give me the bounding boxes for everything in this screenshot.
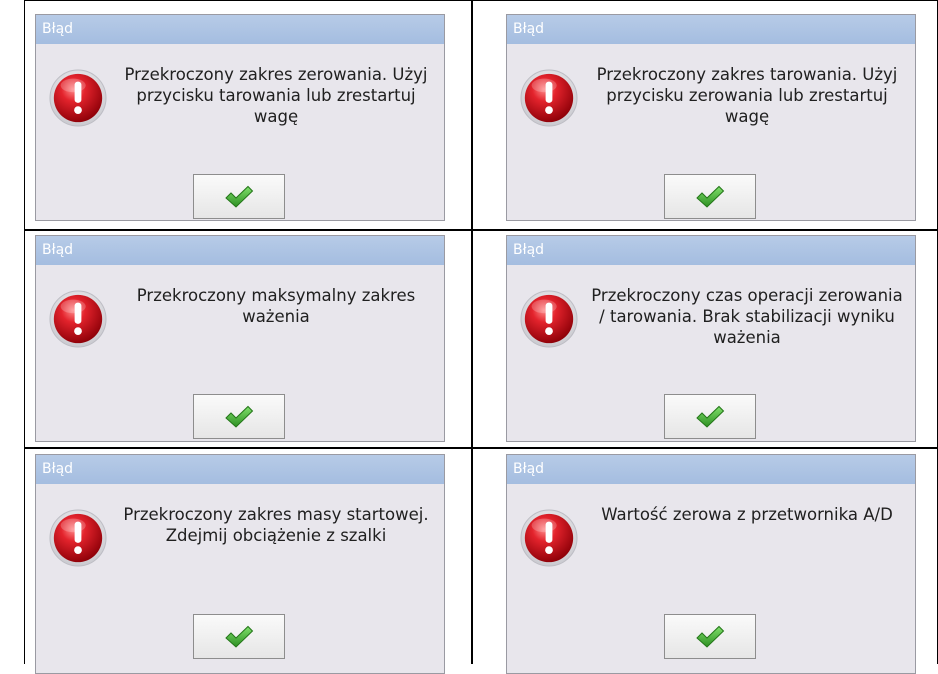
dialog-title: Błąd — [36, 455, 444, 484]
error-exclamation-icon — [49, 290, 107, 348]
dialog-message: Przekroczony zakres tarowania. Użyj przy… — [596, 65, 898, 126]
dialog-title: Błąd — [507, 455, 915, 484]
ok-button[interactable] — [664, 614, 756, 659]
error-exclamation-icon — [520, 290, 578, 348]
checkmark-icon — [224, 185, 254, 209]
error-dialog-ad-zero: Błąd Wartość zerowa z przetwornika A/D — [506, 454, 916, 674]
ok-button[interactable] — [664, 394, 756, 439]
ok-button[interactable] — [193, 614, 285, 659]
error-dialog-max-range: Błąd Przekroczony maksymalny zakres waże… — [35, 235, 445, 442]
checkmark-icon — [224, 625, 254, 649]
error-exclamation-icon — [49, 509, 107, 567]
table-column-divider — [471, 0, 473, 664]
dialog-message: Przekroczony maksymalny zakres ważenia — [136, 286, 416, 326]
error-exclamation-icon — [520, 509, 578, 567]
error-dialog-tare-range: Błąd Przekroczony zakres tarowania. Użyj… — [506, 14, 916, 221]
table-row-divider — [24, 229, 938, 231]
error-dialog-timeout: Błąd Przekroczony czas operacji zerowani… — [506, 235, 916, 442]
ok-button[interactable] — [193, 174, 285, 219]
checkmark-icon — [695, 625, 725, 649]
dialog-title: Błąd — [507, 236, 915, 265]
error-exclamation-icon — [49, 69, 107, 127]
dialog-title: Błąd — [36, 236, 444, 265]
table-row-divider — [24, 447, 938, 449]
checkmark-icon — [695, 185, 725, 209]
dialog-message: Przekroczony zakres masy startowej. Zdej… — [123, 505, 429, 545]
checkmark-icon — [695, 405, 725, 429]
dialog-title: Błąd — [507, 15, 915, 44]
error-dialog-start-mass: Błąd Przekroczony zakres masy startowej.… — [35, 454, 445, 674]
error-exclamation-icon — [520, 69, 578, 127]
error-dialog-zero-range: Błąd Przekroczony zakres zerowania. Użyj… — [35, 14, 445, 221]
dialog-message: Wartość zerowa z przetwornika A/D — [601, 505, 893, 524]
ok-button[interactable] — [664, 174, 756, 219]
ok-button[interactable] — [193, 394, 285, 439]
dialog-message: Przekroczony zakres zerowania. Użyj przy… — [124, 65, 428, 126]
dialog-message: Przekroczony czas operacji zerowania / t… — [591, 286, 903, 347]
dialog-title: Błąd — [36, 15, 444, 44]
checkmark-icon — [224, 405, 254, 429]
